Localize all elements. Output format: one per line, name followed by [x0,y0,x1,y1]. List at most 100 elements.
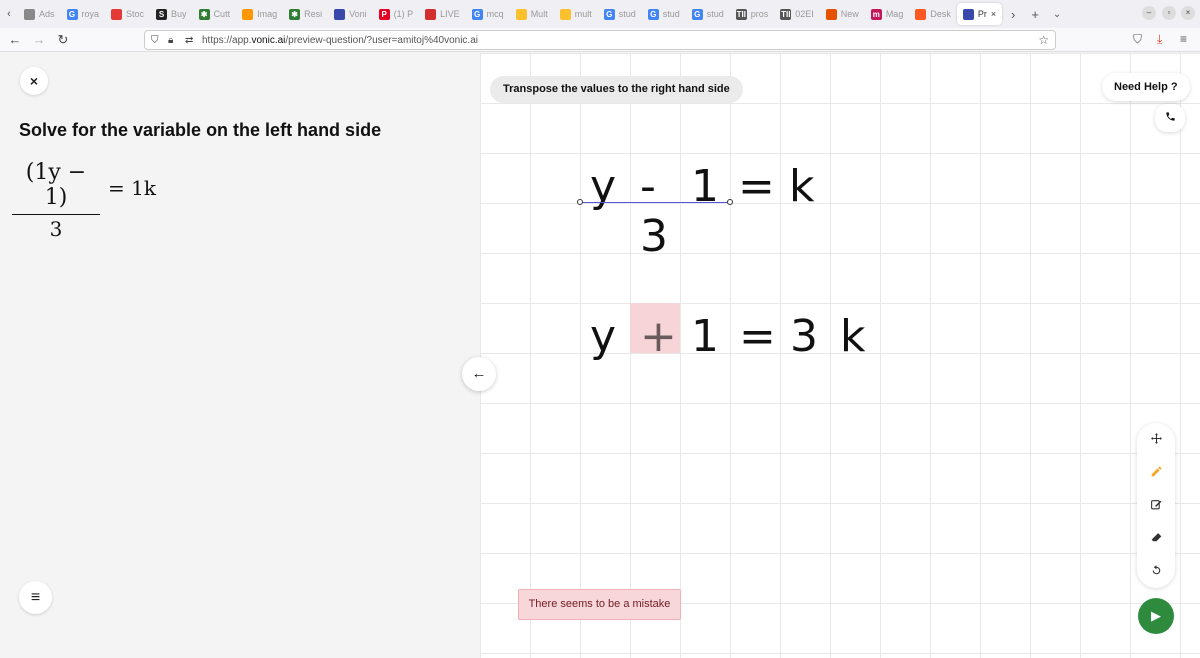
tab-favicon-icon [242,8,254,20]
close-window-icon[interactable]: × [1181,6,1195,20]
line2-k: k [840,311,866,362]
browser-tab[interactable]: m Mag [865,3,910,25]
browser-tab[interactable]: mult [554,3,598,25]
hamburger-menu-icon[interactable]: ≡ [19,581,52,614]
tab-title: Ads [39,9,55,19]
tab-favicon-icon: G [603,8,615,20]
close-tab-icon[interactable]: × [991,9,996,19]
browser-tab[interactable]: S Buy [150,3,193,25]
need-help-button[interactable]: Need Help ? [1102,73,1190,101]
browser-nav-bar: ← → ↻ ⛉ 🔒︎ ⇄ https://app. vonic.ai/previe… [0,28,1200,52]
browser-tab[interactable]: Voni [328,3,373,25]
tab-favicon-icon: TII [735,8,747,20]
tab-title: (1) P [393,9,414,19]
line2-equals: = [739,311,776,362]
tab-title: 02EI [795,9,814,19]
pocket-icon[interactable]: ⛉ [1133,32,1142,47]
back-nav-icon[interactable]: ← [3,32,27,47]
browser-tab[interactable]: Gstud [686,3,730,25]
edit-icon[interactable] [1137,492,1175,522]
browser-tab[interactable]: Groya [61,3,106,25]
equation-rhs: = 1k [108,176,156,200]
tab-title: Desk [930,9,951,19]
whiteboard-canvas[interactable]: Transpose the values to the right hand s… [480,53,1200,658]
browser-tab[interactable]: TII 02EI [774,3,820,25]
browser-tab[interactable]: Gmcq [466,3,510,25]
shield-icon: ⛉ [151,34,159,46]
bookmark-star-icon[interactable]: ☆ [1038,33,1049,47]
tab-favicon-icon [559,8,571,20]
url-path: /preview-question/?user=amitoj%40vonic.a… [285,34,478,46]
fraction-denominator: 3 [49,217,63,241]
fraction-bar-right-handle[interactable] [727,199,733,205]
browser-tab[interactable]: TII pros [730,3,775,25]
browser-tab[interactable]: New [820,3,865,25]
undo-icon[interactable] [1137,558,1175,588]
tab-title: mcq [486,9,504,19]
permissions-icon: ⇄ [185,34,194,46]
line2-plus: + [640,311,677,362]
browser-tab[interactable]: P (1) P [373,3,420,25]
collapse-arrow-icon[interactable]: ← [462,357,496,391]
tab-favicon-icon: G [691,8,703,20]
tab-favicon-icon: G [471,8,483,20]
close-icon[interactable]: × [20,67,48,95]
browser-tab[interactable]: Stoc [105,3,150,25]
pencil-icon[interactable] [1137,459,1175,489]
tab-scroll-right-icon[interactable]: › [1002,7,1024,22]
eraser-icon[interactable] [1137,525,1175,555]
question-title: Solve for the variable on the left hand … [19,120,382,140]
tab-title: Buy [171,9,187,19]
play-icon[interactable]: ▶ [1138,598,1174,634]
browser-tab[interactable]: ✱ Cutt [193,3,237,25]
browser-tab[interactable]: Mult [510,3,554,25]
tab-title: pros [750,9,769,19]
url-bar[interactable]: ⛉ 🔒︎ ⇄ https://app. vonic.ai/preview-ques… [144,30,1056,50]
url-host: vonic.ai [251,34,286,46]
tab-title: Imag [257,9,278,19]
reload-icon[interactable]: ↻ [51,32,75,48]
browser-tab[interactable]: Gstud [598,3,642,25]
tab-favicon-icon [24,8,35,20]
line1-denominator: 3 [640,211,668,262]
new-tab-icon[interactable]: + [1024,7,1046,22]
move-icon[interactable] [1137,426,1175,456]
browser-tab[interactable]: Gstud [642,3,686,25]
downloads-icon[interactable]: ⤓ [1157,32,1162,47]
browser-tab[interactable]: ✱ Resi [283,3,328,25]
tab-scroll-left-icon[interactable]: ‹ [0,8,18,20]
browser-tab[interactable]: Pr × [956,3,1003,25]
tab-favicon-icon [334,8,346,20]
phone-icon[interactable] [1155,104,1185,132]
browser-tab[interactable]: Desk [909,3,957,25]
minimize-icon[interactable]: – [1142,6,1156,20]
tab-title: LIVE [440,9,460,19]
tab-favicon-icon: S [156,8,168,20]
instruction-chip: Transpose the values to the right hand s… [490,76,743,103]
fraction-numerator: (1y − 1) [25,160,87,210]
line2-y: y [590,311,617,362]
browser-tab[interactable]: Ads [18,3,61,25]
tab-favicon-icon: G [647,8,659,20]
tab-favicon-icon: G [66,8,78,20]
app-menu-icon[interactable]: ≡ [1180,32,1187,46]
fraction-bar-left-handle[interactable] [577,199,583,205]
tab-title: Mag [885,9,904,19]
tab-extras: › + ⌄ [1002,7,1068,22]
tab-favicon-icon [111,8,123,20]
restore-icon[interactable]: ▫ [1162,6,1176,20]
browser-tab[interactable]: LIVE [419,3,466,25]
tab-list-icon[interactable]: ⌄ [1046,9,1068,20]
tab-favicon-icon: ✱ [198,8,210,20]
browser-tab[interactable]: Imag [236,3,283,25]
mistake-alert: There seems to be a mistake [518,589,681,620]
tab-favicon-icon: P [378,8,390,20]
tab-favicon-icon [825,8,837,20]
forward-nav-icon[interactable]: → [27,32,51,47]
line1-fraction-bar[interactable] [580,202,730,203]
url-prefix: https://app. [202,34,252,46]
tab-title: Resi [304,9,323,19]
tab-title: roya [81,9,100,19]
tab-title: mult [574,9,592,19]
tab-strip: Ads Groya Stoc S Buy ✱ Cutt Imag ✱ Resi Voni P (1) P… [18,3,1003,25]
